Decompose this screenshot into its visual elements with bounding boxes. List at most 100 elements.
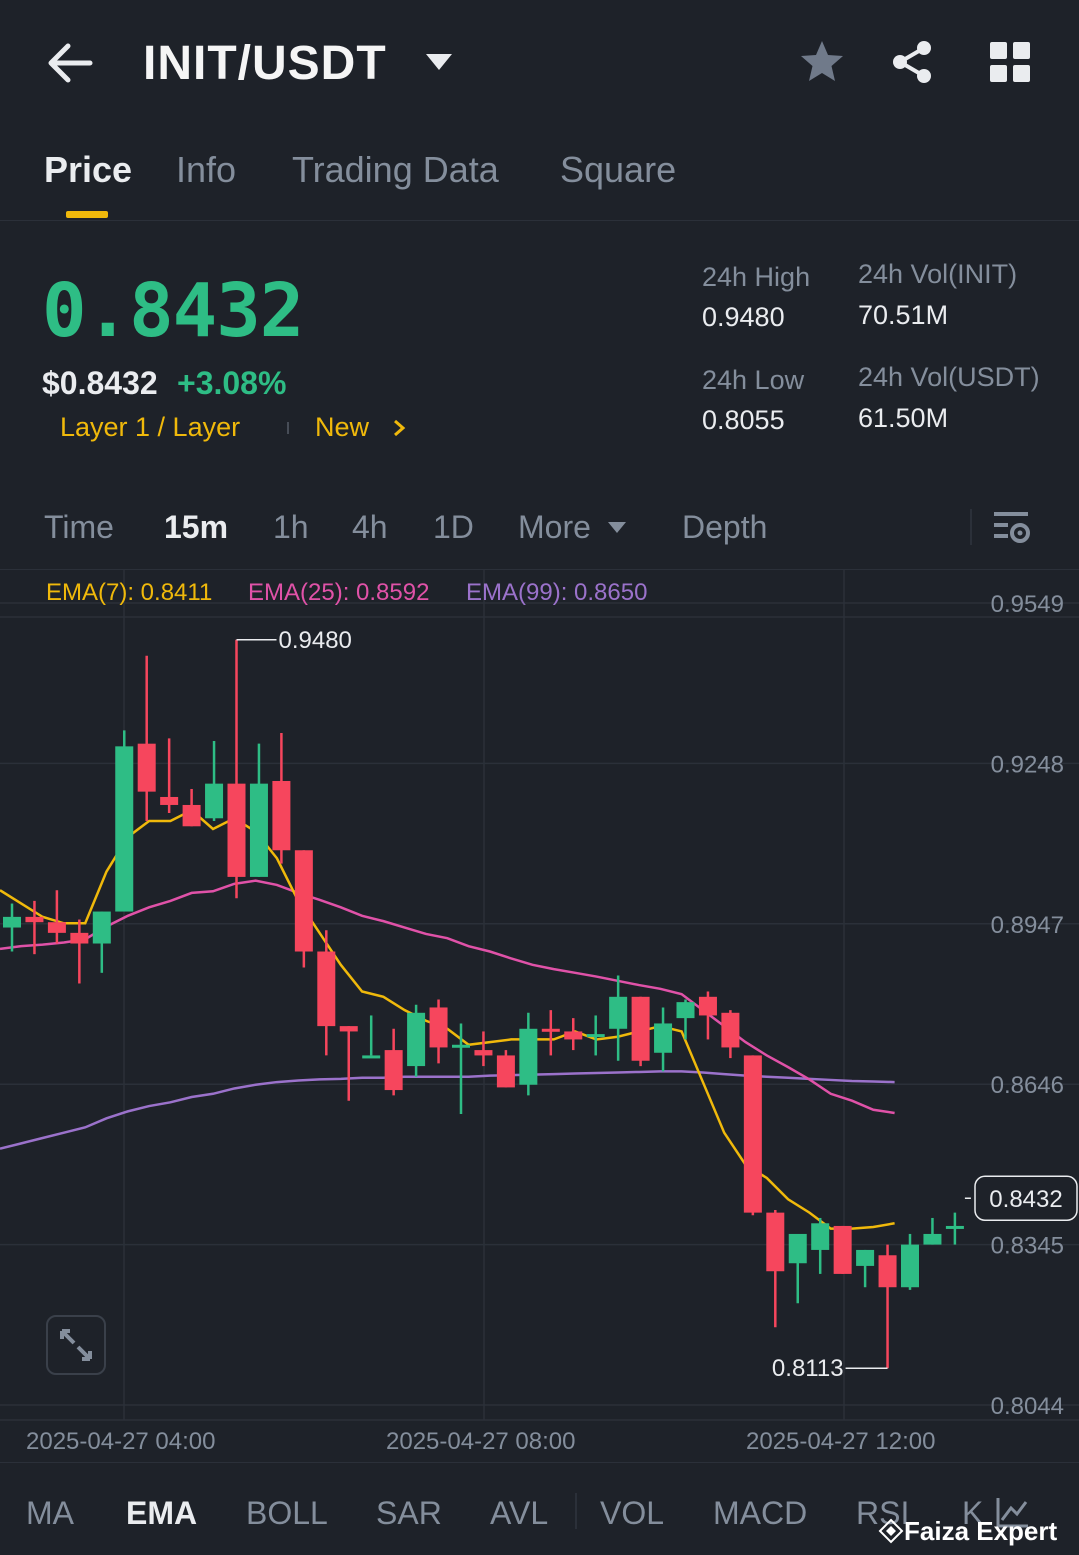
tab-info[interactable]: Info xyxy=(176,149,236,191)
candlestick-chart[interactable]: 0.9549 0.9248 0.8947 0.8646 0.8345 0.8044 0.9… xyxy=(0,570,1079,1462)
price-change-percent: +3.08% xyxy=(177,365,287,401)
candle-body xyxy=(137,743,156,792)
candle-body xyxy=(362,1055,381,1059)
candle-body xyxy=(47,922,66,933)
ema25-legend: EMA(25): 0.8592 xyxy=(248,579,430,606)
vol-base-label: 24h Vol(INIT) xyxy=(858,259,1018,289)
interval-1d[interactable]: 1D xyxy=(433,509,474,546)
candle-body xyxy=(25,916,44,923)
indicator-ema[interactable]: EMA xyxy=(126,1495,197,1532)
new-tag[interactable]: New xyxy=(315,412,369,443)
candle-body xyxy=(160,796,179,805)
low-marker-label: 0.8113 xyxy=(772,1355,844,1382)
usd-price: $0.8432 xyxy=(42,365,158,401)
fullscreen-button[interactable] xyxy=(46,1315,106,1375)
interval-bar: Time 15m 1h 4h 1D More Depth xyxy=(0,495,1079,570)
candle-body xyxy=(743,1055,762,1213)
candle-body xyxy=(317,951,336,1027)
indicator-macd[interactable]: MACD xyxy=(713,1495,807,1532)
candle-body xyxy=(654,1023,673,1053)
candle-body xyxy=(945,1225,964,1229)
divider xyxy=(970,509,972,545)
candle-body xyxy=(249,783,268,877)
candle-body xyxy=(294,850,313,952)
y-tick-label: 0.8345 xyxy=(991,1233,1064,1260)
candle-body xyxy=(272,780,291,851)
watermark-logo-icon xyxy=(878,1518,904,1544)
tab-price[interactable]: Price xyxy=(44,149,132,191)
candle-body xyxy=(878,1255,897,1288)
candle-body xyxy=(407,1012,426,1067)
y-tick-label: 0.8044 xyxy=(991,1393,1064,1420)
candle-body xyxy=(766,1212,785,1272)
indicator-avl[interactable]: AVL xyxy=(490,1495,548,1532)
candle-body xyxy=(788,1233,807,1264)
candle-body xyxy=(384,1050,403,1091)
ema7-legend: EMA(7): 0.8411 xyxy=(46,579,213,606)
candle-body xyxy=(496,1055,515,1088)
candle-body xyxy=(698,996,717,1016)
x-tick-label: 2025-04-27 04:00 xyxy=(26,1428,216,1455)
candle-body xyxy=(833,1225,852,1274)
interval-15m[interactable]: 15m xyxy=(164,509,228,546)
share-icon[interactable] xyxy=(888,38,936,86)
watermark-text: Faiza Expert xyxy=(904,1516,1058,1546)
indicator-sar[interactable]: SAR xyxy=(376,1495,442,1532)
tab-square[interactable]: Square xyxy=(560,149,676,191)
candle-body xyxy=(474,1050,493,1056)
chevron-right-icon[interactable] xyxy=(392,418,406,438)
indicator-ma[interactable]: MA xyxy=(26,1495,74,1532)
candle-body xyxy=(676,1002,695,1019)
candle-body xyxy=(182,804,201,827)
trading-pair-title[interactable]: INIT/USDT xyxy=(143,36,387,91)
star-icon[interactable] xyxy=(798,38,846,86)
vol-quote-value: 61.50M xyxy=(858,403,949,433)
active-tab-indicator xyxy=(66,211,108,218)
candle-body xyxy=(70,932,89,944)
candle-body xyxy=(519,1028,538,1085)
candle-body xyxy=(205,783,224,819)
x-tick-label: 2025-04-27 08:00 xyxy=(386,1428,576,1455)
candle-body xyxy=(586,1034,605,1038)
indicator-vol[interactable]: VOL xyxy=(600,1495,664,1532)
candle-body xyxy=(721,1012,740,1048)
y-tick-label: 0.9248 xyxy=(991,751,1064,778)
candle-body xyxy=(609,996,628,1029)
candle-body xyxy=(452,1044,470,1048)
page-tabs: Price Info Trading Data Square xyxy=(0,125,1079,221)
chart-grid xyxy=(0,570,1079,1421)
top-bar: INIT/USDT xyxy=(0,0,1079,125)
tag-divider xyxy=(287,422,289,434)
back-arrow-icon[interactable] xyxy=(44,38,96,88)
high-marker-label: 0.9480 xyxy=(279,627,352,654)
high-value: 0.9480 xyxy=(702,302,785,332)
last-price: 0.8432 xyxy=(42,268,304,354)
candle-body xyxy=(901,1244,919,1288)
low-value: 0.8055 xyxy=(702,405,785,435)
indicator-boll[interactable]: BOLL xyxy=(246,1495,328,1532)
chart-annotations: 0.9480 0.8113 0.8432 xyxy=(236,627,1078,1382)
candle-body xyxy=(564,1031,583,1040)
candle-body xyxy=(541,1028,560,1032)
candle-body xyxy=(92,911,111,944)
ema99-legend: EMA(99): 0.8650 xyxy=(466,579,648,606)
high-label: 24h High xyxy=(702,262,811,292)
candle-body xyxy=(227,783,246,877)
depth-tab[interactable]: Depth xyxy=(682,509,767,546)
caret-down-icon[interactable] xyxy=(424,50,454,74)
interval-1h[interactable]: 1h xyxy=(273,509,309,546)
interval-more[interactable]: More xyxy=(518,509,591,546)
vol-quote-label: 24h Vol(USDT) xyxy=(858,362,1040,392)
chart-settings-icon[interactable] xyxy=(992,507,1032,547)
interval-time[interactable]: Time xyxy=(44,509,114,546)
grid-icon[interactable] xyxy=(986,38,1034,86)
tab-trading-data[interactable]: Trading Data xyxy=(292,149,499,191)
x-tick-label: 2025-04-27 12:00 xyxy=(746,1428,936,1455)
category-tag[interactable]: Layer 1 / Layer xyxy=(60,412,240,443)
candle-body xyxy=(856,1249,875,1266)
caret-down-icon[interactable] xyxy=(607,520,627,534)
divider xyxy=(575,1493,577,1529)
candle-body xyxy=(811,1223,830,1250)
interval-4h[interactable]: 4h xyxy=(352,509,388,546)
y-tick-label: 0.8947 xyxy=(991,912,1064,939)
